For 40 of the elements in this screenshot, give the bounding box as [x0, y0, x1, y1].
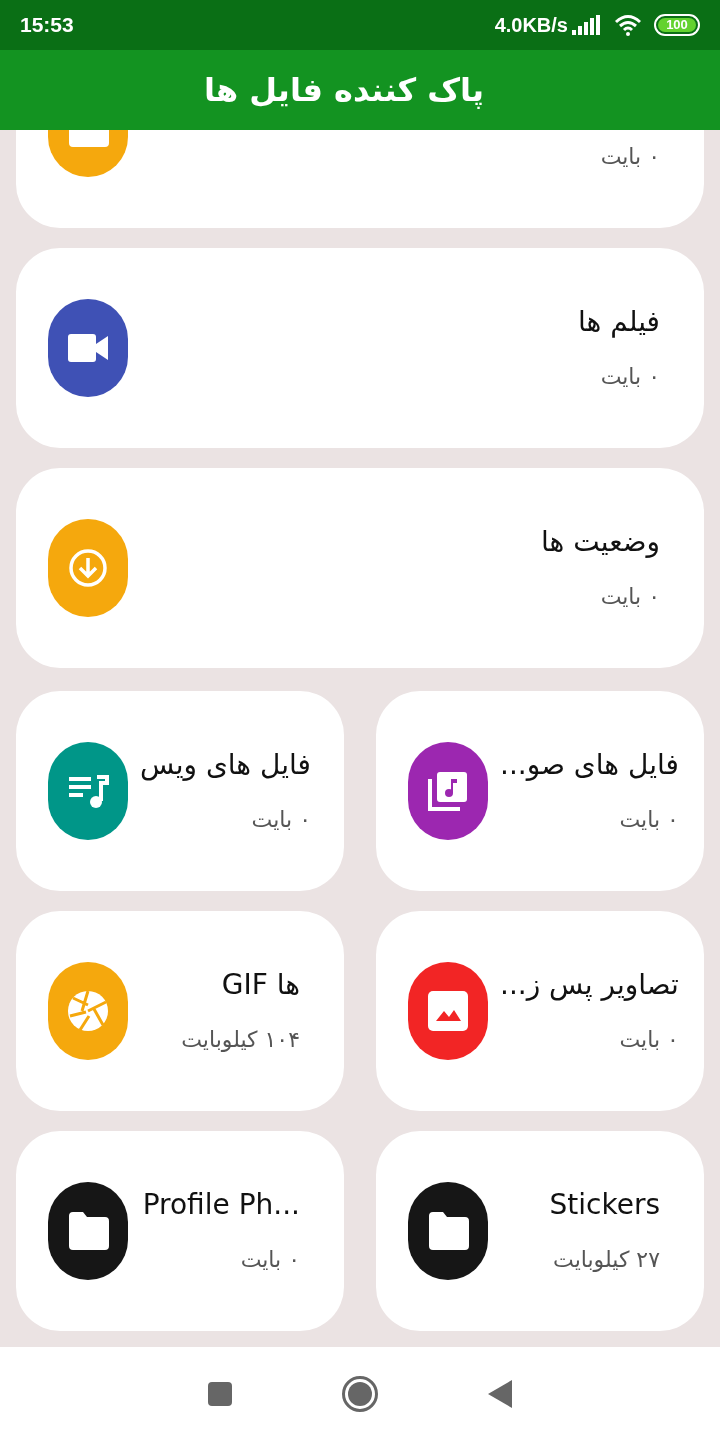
category-size: ۰ بایت	[240, 1245, 300, 1274]
signal-icon	[572, 15, 602, 35]
category-card[interactable]: تصاویر پس ز... ۰ بایت	[376, 911, 704, 1111]
music-library-icon	[426, 769, 470, 813]
app-title: پاک کننده فایل ها	[203, 70, 485, 111]
recents-button[interactable]	[208, 1381, 232, 1406]
category-card[interactable]: ۰ بایت	[16, 130, 704, 228]
category-size: ۱۰۴ کیلوبایت	[181, 1025, 300, 1054]
category-title: Profile Ph...	[142, 1186, 300, 1223]
category-title: تصاویر پس ز...	[500, 966, 679, 1003]
category-card[interactable]: فیلم ها ۰ بایت	[16, 248, 704, 448]
folder-icon	[67, 1212, 109, 1250]
category-title: فیلم ها	[578, 303, 660, 340]
category-title: GIF ها	[221, 966, 300, 1003]
image-icon	[428, 991, 468, 1031]
wifi-icon	[614, 14, 642, 36]
home-button[interactable]	[342, 1375, 378, 1412]
aperture-icon	[67, 990, 109, 1032]
category-title: فایل های صو...	[500, 746, 679, 783]
category-size: ۰ بایت	[619, 1025, 679, 1054]
download-icon	[68, 548, 108, 588]
category-size: ۰ بایت	[619, 805, 679, 834]
status-time: 15:53	[20, 12, 74, 39]
category-card[interactable]: فایل های صو... ۰ بایت	[376, 691, 704, 891]
category-title: وضعیت ها	[541, 523, 660, 560]
battery-level: 100	[658, 18, 696, 32]
category-size: ۰ بایت	[600, 142, 660, 171]
back-icon[interactable]	[488, 1379, 512, 1408]
category-size: ۰ بایت	[600, 582, 660, 611]
category-size: ۲۷ کیلوبایت	[553, 1245, 660, 1274]
folder-icon	[427, 1212, 469, 1250]
network-speed: 4.0KB/s	[494, 13, 568, 38]
category-card[interactable]: فایل های ویس ۰ بایت	[16, 691, 344, 891]
category-card[interactable]: وضعیت ها ۰ بایت	[16, 468, 704, 668]
category-title: فایل های ویس	[140, 746, 311, 783]
category-size: ۰ بایت	[251, 805, 311, 834]
category-card[interactable]: GIF ها ۱۰۴ کیلوبایت	[16, 911, 344, 1111]
video-camera-icon	[68, 334, 108, 362]
category-title: Stickers	[549, 1186, 660, 1223]
category-size: ۰ بایت	[600, 362, 660, 391]
